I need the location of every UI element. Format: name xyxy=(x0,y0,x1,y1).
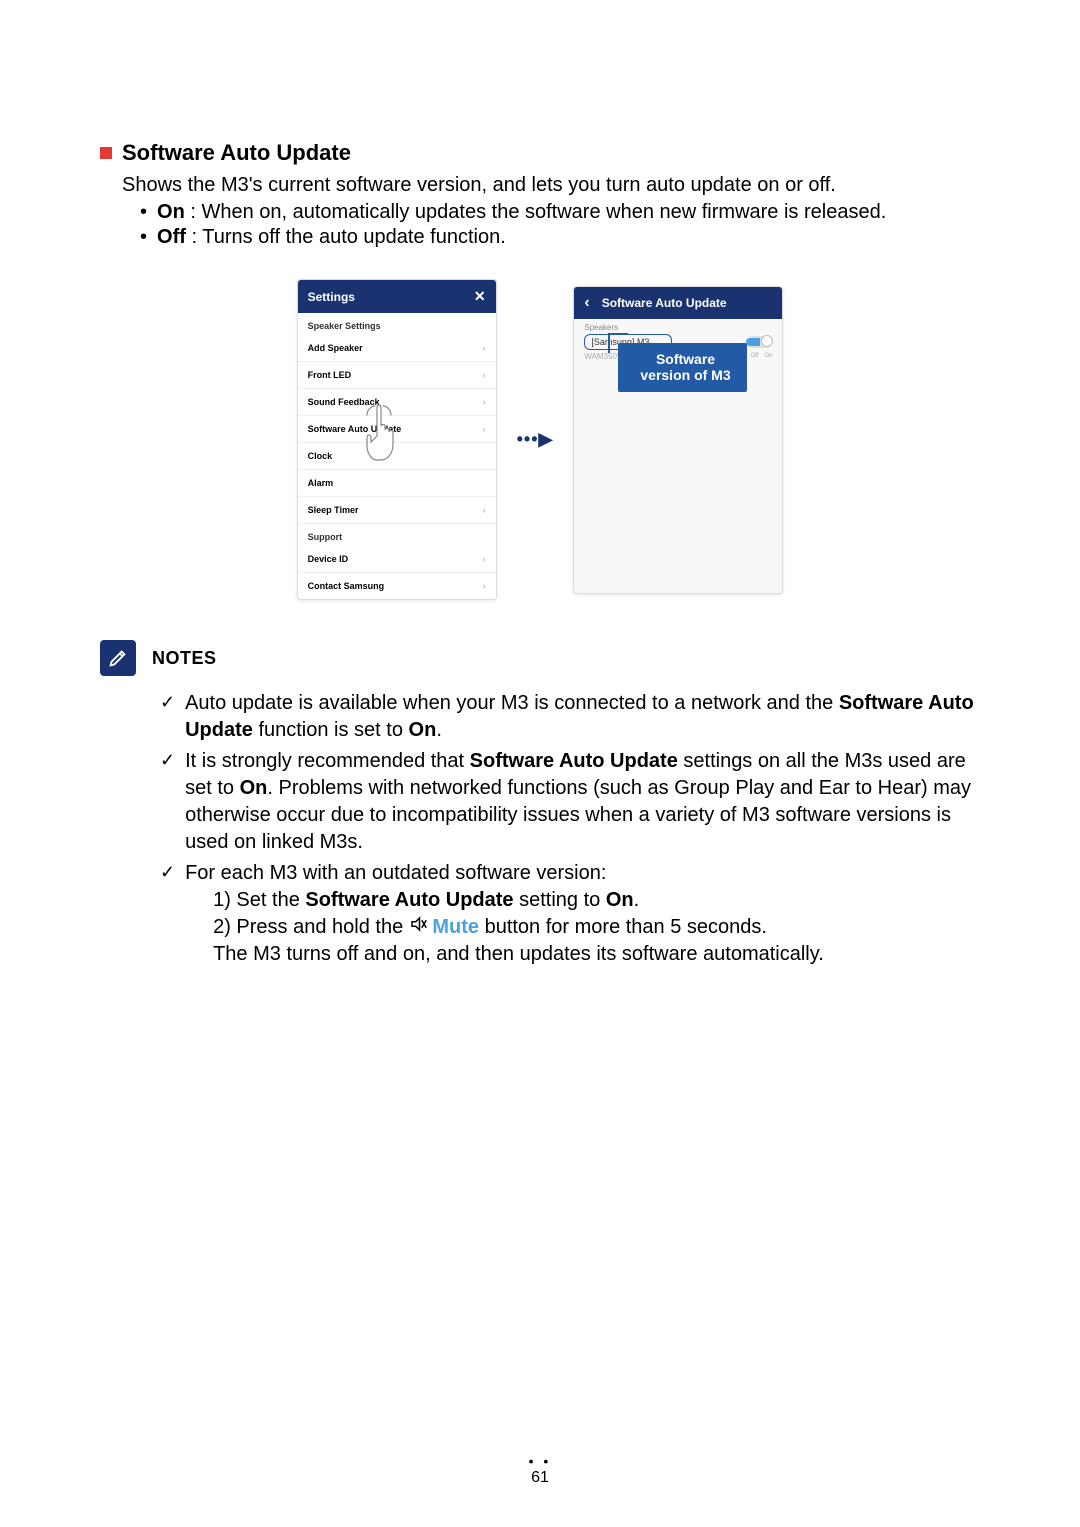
page-number: • • 61 xyxy=(0,1453,1080,1487)
notes-pencil-icon xyxy=(100,640,136,676)
menu-label: Sound Feedback xyxy=(308,397,380,407)
checkmark-icon: ✓ xyxy=(160,750,175,771)
menu-sound-feedback[interactable]: Sound Feedback › xyxy=(298,389,496,416)
callout-software-version: Software version of M3 xyxy=(618,343,746,393)
bullet-on: • On : When on, automatically updates th… xyxy=(140,201,980,224)
chevron-right-icon: › xyxy=(483,370,486,380)
menu-device-id[interactable]: Device ID › xyxy=(298,546,496,573)
auto-update-header: ‹ Software Auto Update xyxy=(574,287,782,319)
menu-sleep-timer[interactable]: Sleep Timer › xyxy=(298,497,496,524)
settings-header: Settings ✕ xyxy=(298,280,496,313)
transition-arrow-icon: •••▶ xyxy=(517,429,554,450)
checkmark-icon: ✓ xyxy=(160,692,175,713)
note-step-1: 1) Set the Software Auto Update setting … xyxy=(213,887,980,914)
note-item-1: ✓ Auto update is available when your M3 … xyxy=(160,690,980,744)
chevron-right-icon: › xyxy=(483,505,486,515)
menu-add-speaker[interactable]: Add Speaker › xyxy=(298,335,496,362)
menu-contact-samsung[interactable]: Contact Samsung › xyxy=(298,573,496,599)
bullet-dot-icon: • xyxy=(140,201,147,224)
on-label: On xyxy=(764,353,772,359)
on-label: On xyxy=(157,201,185,223)
chevron-right-icon: › xyxy=(483,343,486,353)
chevron-right-icon: › xyxy=(483,581,486,591)
menu-front-led[interactable]: Front LED › xyxy=(298,362,496,389)
auto-update-title: Software Auto Update xyxy=(602,296,727,310)
menu-label: Alarm xyxy=(308,478,334,488)
speakers-section-label: Speakers xyxy=(574,319,782,332)
chevron-right-icon: › xyxy=(483,554,486,564)
off-text: : Turns off the auto update function. xyxy=(186,226,506,248)
back-icon[interactable]: ‹ xyxy=(584,295,589,311)
note-item-3: ✓ For each M3 with an outdated software … xyxy=(160,860,980,968)
notes-title: NOTES xyxy=(152,648,217,669)
chevron-right-icon: › xyxy=(483,424,486,434)
chevron-right-icon: › xyxy=(483,397,486,407)
on-text: : When on, automatically updates the sof… xyxy=(185,201,886,223)
menu-label: Add Speaker xyxy=(308,343,363,353)
section-support: Support xyxy=(298,524,496,546)
settings-title: Settings xyxy=(308,290,355,304)
section-heading: Software Auto Update xyxy=(100,140,980,166)
bullet-off: • Off : Turns off the auto update functi… xyxy=(140,226,980,249)
section-title: Software Auto Update xyxy=(122,140,351,166)
callout-line2: version of M3 xyxy=(640,367,730,384)
off-label: Off xyxy=(750,353,758,359)
bullet-square-icon xyxy=(100,147,112,159)
close-icon[interactable]: ✕ xyxy=(474,288,486,305)
section-description: Shows the M3's current software version,… xyxy=(122,174,980,197)
note-step-2: 2) Press and hold the Mute button for mo… xyxy=(213,914,980,941)
settings-panel: Settings ✕ Speaker Settings Add Speaker … xyxy=(297,279,497,600)
off-label: Off xyxy=(157,226,186,248)
menu-label: Device ID xyxy=(308,554,349,564)
section-speaker-settings: Speaker Settings xyxy=(298,313,496,335)
menu-label: Contact Samsung xyxy=(308,581,385,591)
note-step-result: The M3 turns off and on, and then update… xyxy=(213,941,980,968)
callout-line1: Software xyxy=(640,351,730,368)
menu-label: Sleep Timer xyxy=(308,505,359,515)
menu-software-auto-update[interactable]: Software Auto Update › xyxy=(298,416,496,443)
menu-clock[interactable]: Clock xyxy=(298,443,496,470)
checkmark-icon: ✓ xyxy=(160,862,175,883)
auto-update-toggle[interactable] xyxy=(746,336,772,348)
bullet-dot-icon: • xyxy=(140,226,147,249)
menu-label: Front LED xyxy=(308,370,352,380)
menu-alarm[interactable]: Alarm xyxy=(298,470,496,497)
auto-update-panel: ‹ Software Auto Update Speakers [Samsung… xyxy=(573,286,783,594)
menu-label: Software Auto Update xyxy=(308,424,402,434)
mute-label: Mute xyxy=(432,916,479,938)
page-dots-icon: • • xyxy=(0,1453,1080,1469)
notes-heading: NOTES xyxy=(100,640,980,676)
note-item-2: ✓ It is strongly recommended that Softwa… xyxy=(160,748,980,856)
mute-icon xyxy=(409,914,427,941)
menu-label: Clock xyxy=(308,451,333,461)
